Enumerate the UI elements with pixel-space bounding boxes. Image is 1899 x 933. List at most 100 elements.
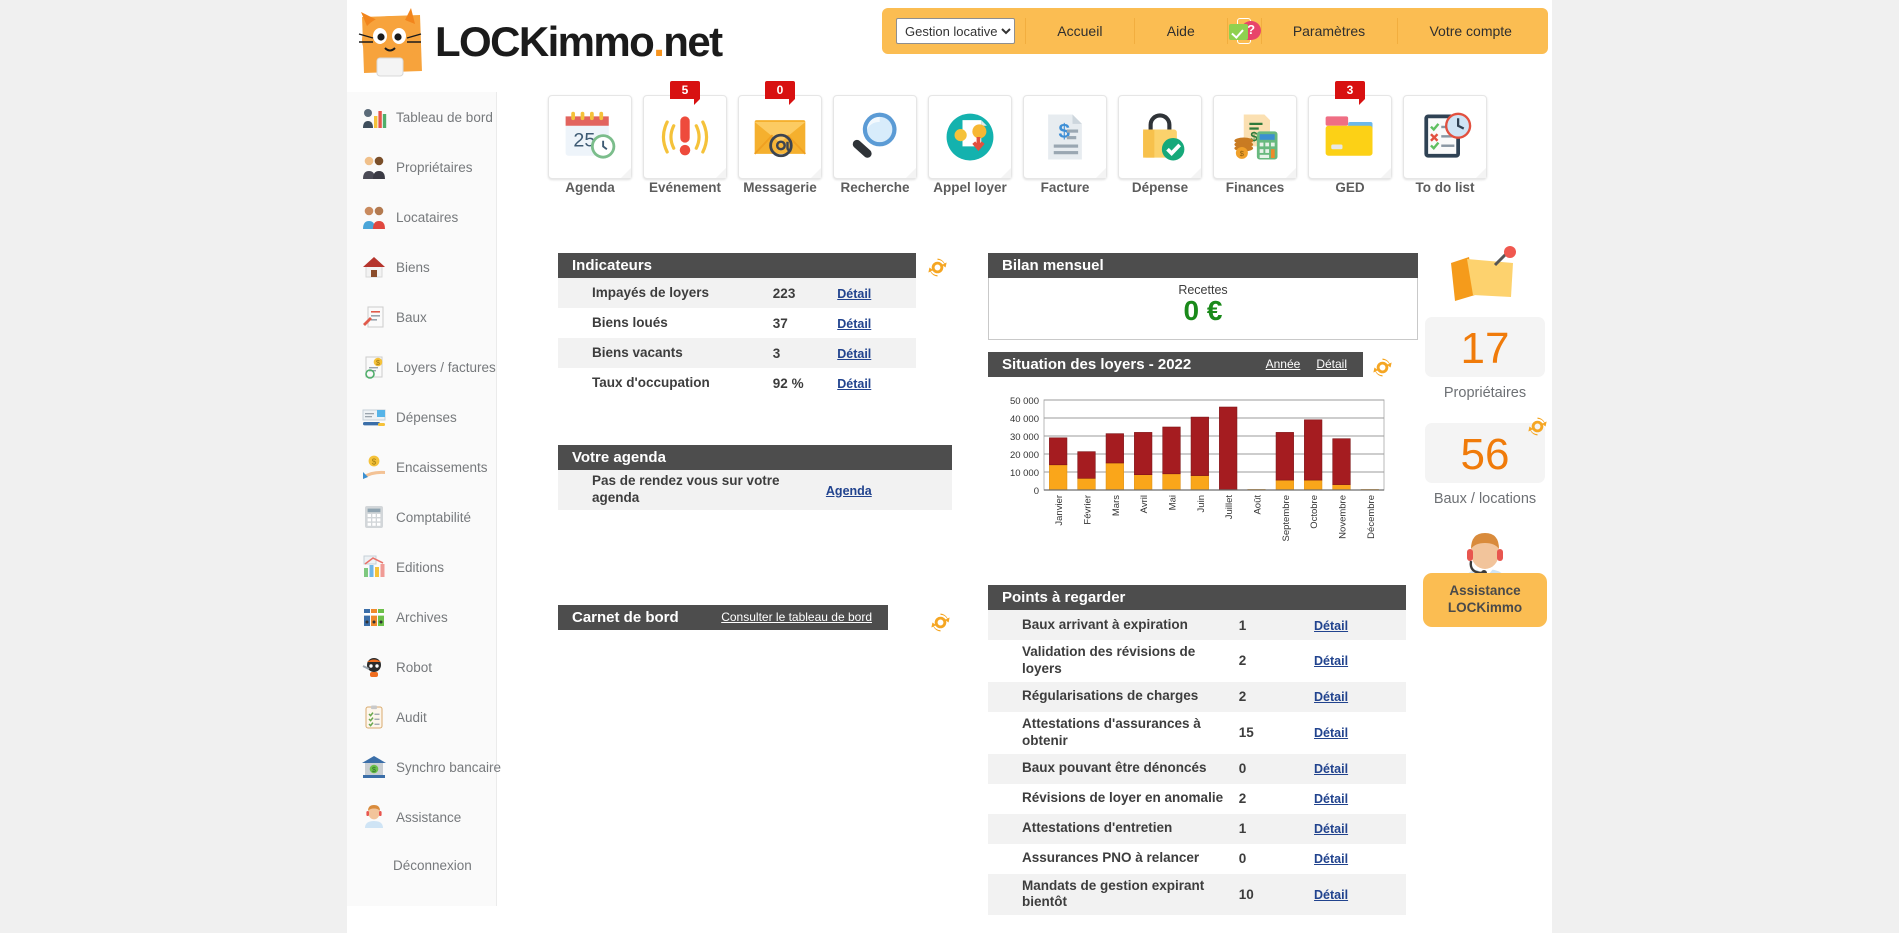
situation-detail-link[interactable]: Détail bbox=[1316, 352, 1347, 377]
bar-segment-paid bbox=[1077, 478, 1096, 491]
sidebar-item-label: Assistance bbox=[396, 809, 462, 825]
row-detail-link[interactable]: Détail bbox=[1314, 762, 1348, 776]
toolbar-messagerie[interactable]: 0 Messagerie bbox=[738, 81, 822, 197]
row-label: Impayés de loyers bbox=[592, 284, 710, 300]
sidebar-item-d-penses[interactable]: Dépenses bbox=[347, 392, 496, 442]
situation-annee-link[interactable]: Année bbox=[1266, 352, 1301, 377]
row-detail-link[interactable]: Détail bbox=[1314, 852, 1348, 866]
points-rows: Baux arrivant à expiration 1 Détail Validat… bbox=[988, 610, 1406, 916]
row-value: 2 bbox=[1238, 791, 1247, 806]
indicateurs-rows: Impayés de loyers 223 Détail Biens loués 37 D… bbox=[558, 278, 916, 398]
toolbar-to-do-list[interactable]: To do list bbox=[1403, 95, 1487, 197]
sidebar-item-synchro-bancaire[interactable]: $ Synchro bancaire bbox=[347, 742, 501, 792]
sidebar-item-tableau-de-bord[interactable]: Tableau de bord bbox=[347, 92, 496, 142]
sidebar-item-biens[interactable]: Biens bbox=[347, 242, 496, 292]
row-detail-link[interactable]: Détail bbox=[1314, 888, 1348, 902]
magnifier-icon bbox=[833, 95, 917, 179]
hand-coin-icon: $ bbox=[361, 454, 387, 480]
row-detail-link[interactable]: Détail bbox=[1314, 726, 1348, 740]
module-select[interactable]: Gestion locative bbox=[896, 18, 1015, 44]
agenda-empty-row: Pas de rendez vous sur votre agenda Agen… bbox=[558, 470, 952, 510]
robot-icon bbox=[361, 654, 387, 680]
panel-title-text: Votre agenda bbox=[572, 449, 666, 466]
row-value: 37 bbox=[772, 315, 788, 331]
row-detail-link[interactable]: Détail bbox=[837, 287, 871, 301]
counter-card[interactable]: 56 bbox=[1425, 417, 1547, 483]
row-detail-link[interactable]: Détail bbox=[1314, 690, 1348, 704]
sidebar-item-editions[interactable]: Editions bbox=[347, 542, 496, 592]
sidebar-item-comptabilit[interactable]: Comptabilité bbox=[347, 492, 496, 542]
nav-accueil[interactable]: Accueil bbox=[1035, 19, 1124, 43]
row-detail-link[interactable]: Détail bbox=[1314, 792, 1348, 806]
table-row: Biens loués 37 Détail bbox=[558, 308, 916, 338]
bar-segment-unpaid bbox=[1134, 432, 1153, 476]
sidebar-item-archives[interactable]: Archives bbox=[347, 592, 496, 642]
row-label: Assurances PNO à relancer bbox=[1022, 850, 1200, 866]
panel-title-text: Bilan mensuel bbox=[1002, 257, 1104, 274]
toolbar-appel-loyer[interactable]: Appel loyer bbox=[928, 95, 1012, 197]
refresh-icon[interactable] bbox=[931, 613, 950, 632]
row-detail-link[interactable]: Détail bbox=[837, 317, 871, 331]
bar-segment-paid bbox=[1105, 462, 1124, 491]
sidebar-item-label: Loyers / factures bbox=[396, 359, 496, 375]
sidebar-logout-label: Déconnexion bbox=[393, 857, 472, 873]
sidebar-item-assistance[interactable]: Assistance bbox=[347, 792, 496, 842]
svg-text:Mai: Mai bbox=[1168, 495, 1179, 510]
agenda-link[interactable]: Agenda bbox=[826, 484, 872, 498]
nav-parametres[interactable]: Paramètres bbox=[1271, 19, 1387, 43]
sidebar-item-audit[interactable]: Audit bbox=[347, 692, 496, 742]
svg-text:20 000: 20 000 bbox=[1010, 450, 1039, 461]
sidebar-item-propri-taires[interactable]: Propriétaires bbox=[347, 142, 496, 192]
table-row: Taux d'occupation 92 % Détail bbox=[558, 368, 916, 398]
toolbar-finances[interactable]: $ $ Finances bbox=[1213, 95, 1297, 197]
nav-votre-compte[interactable]: Votre compte bbox=[1407, 19, 1534, 43]
sidebar-item-loyers-factures[interactable]: $ Loyers / factures bbox=[347, 342, 496, 392]
row-detail-link[interactable]: Détail bbox=[837, 377, 871, 391]
toolbar-label: Finances bbox=[1225, 180, 1285, 195]
row-detail-link[interactable]: Détail bbox=[837, 347, 871, 361]
toolbar-facture[interactable]: $ Facture bbox=[1023, 95, 1107, 197]
svg-text:50 000: 50 000 bbox=[1010, 396, 1039, 407]
sidebar-logout[interactable]: Déconnexion bbox=[347, 842, 496, 888]
sidebar-item-baux[interactable]: Baux bbox=[347, 292, 496, 342]
refresh-icon[interactable] bbox=[1528, 417, 1547, 436]
brand-logo[interactable]: LOCKimmo.net bbox=[347, 6, 723, 78]
row-detail-link[interactable]: Détail bbox=[1314, 619, 1348, 633]
brand-wordmark: LOCKimmo.net bbox=[435, 18, 723, 65]
alert-exclamation-icon bbox=[643, 95, 727, 179]
bag-check-icon bbox=[1118, 95, 1202, 179]
right-rail: 17 Propriétaires 56 Baux / locations Assist… bbox=[1418, 245, 1552, 633]
bar-segment-unpaid bbox=[1162, 426, 1181, 475]
toolbar-d-pense[interactable]: Dépense bbox=[1118, 95, 1202, 197]
row-value: 2 bbox=[1238, 689, 1247, 705]
carnet-consult-link[interactable]: Consulter le tableau de bord bbox=[721, 605, 872, 630]
table-row: Régularisations de charges 2 Détail bbox=[988, 681, 1406, 712]
row-detail-link[interactable]: Détail bbox=[1314, 822, 1348, 836]
toolbar-ged[interactable]: 3 GED bbox=[1308, 81, 1392, 197]
bar-segment-paid bbox=[1190, 475, 1209, 491]
bilan-title: Bilan mensuel bbox=[988, 253, 1418, 278]
toolbar-agenda[interactable]: 25 Agenda bbox=[548, 95, 632, 197]
tenants-couple-icon bbox=[361, 204, 387, 230]
shortcut-toolbar: 25 Agenda 5 Evénement 0 Messagerie Recherche Ap… bbox=[548, 81, 1487, 197]
assistance-block[interactable]: Assistance LOCKimmo bbox=[1418, 529, 1552, 633]
row-value: 92 % bbox=[772, 375, 804, 391]
sidebar-item-label: Audit bbox=[396, 709, 427, 725]
sidebar-item-robot[interactable]: Robot bbox=[347, 642, 496, 692]
counter-card[interactable]: 17 bbox=[1425, 317, 1545, 377]
assistance-button[interactable]: Assistance LOCKimmo bbox=[1423, 573, 1547, 627]
sidebar-item-locataires[interactable]: Locataires bbox=[347, 192, 496, 242]
row-detail-link[interactable]: Détail bbox=[1314, 654, 1348, 668]
refresh-icon[interactable] bbox=[1373, 358, 1392, 377]
help-question-check-icon[interactable] bbox=[1228, 18, 1262, 44]
sidebar-item-encaissements[interactable]: $ Encaissements bbox=[347, 442, 496, 492]
bar-segment-unpaid bbox=[1105, 433, 1124, 464]
refresh-icon[interactable] bbox=[928, 258, 947, 277]
toolbar-ev-nement[interactable]: 5 Evénement bbox=[643, 81, 727, 197]
nav-aide[interactable]: Aide bbox=[1145, 19, 1217, 43]
table-row: Baux arrivant à expiration 1 Détail bbox=[988, 610, 1406, 640]
counter-label: Propriétaires bbox=[1443, 385, 1527, 401]
row-label: Attestations d'entretien bbox=[1022, 820, 1173, 836]
toolbar-recherche[interactable]: Recherche bbox=[833, 95, 917, 197]
toolbar-label: Agenda bbox=[565, 180, 615, 195]
